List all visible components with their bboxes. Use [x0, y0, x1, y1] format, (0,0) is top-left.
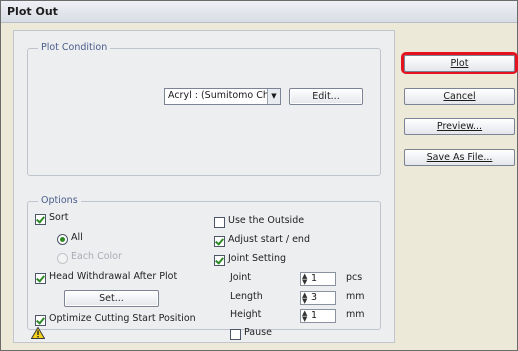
set-button[interactable]: Set... [64, 290, 159, 307]
height-unit: mm [346, 309, 365, 320]
use-outside-label: Use the Outside [228, 215, 305, 226]
chevron-down-icon[interactable]: ▼ [267, 89, 280, 104]
plot-condition-group: Plot Condition [27, 42, 381, 176]
length-stepper[interactable]: ▲ ▼ 3 [300, 291, 336, 305]
adjust-label: Adjust start / end [228, 234, 310, 245]
title-bar[interactable]: Plot Out [1, 1, 517, 23]
pause-label: Pause [244, 327, 272, 338]
cancel-button[interactable]: Cancel [404, 88, 515, 105]
joint-setting-label: Joint Setting [228, 253, 287, 264]
all-label: All [71, 232, 83, 243]
joint-stepper[interactable]: ▲ ▼ 1 [300, 272, 336, 286]
head-withdrawal-checkbox[interactable] [35, 273, 46, 284]
spin-arrows-icon[interactable]: ▲ ▼ [302, 310, 307, 323]
material-select-value: Acryl : (Sumitomo Ch... [168, 90, 278, 101]
cancel-button-label: Cancel [443, 91, 476, 102]
length-label: Length [230, 291, 263, 302]
plot-button[interactable]: Plot [404, 55, 515, 72]
height-value: 1 [311, 310, 318, 321]
sort-checkbox[interactable] [35, 214, 46, 225]
optimize-checkbox[interactable] [35, 315, 46, 326]
save-as-file-button[interactable]: Save As File... [404, 149, 515, 166]
each-color-radio [57, 253, 68, 264]
all-radio[interactable] [57, 234, 68, 245]
preview-button-label: Preview... [436, 121, 483, 132]
material-select[interactable]: Acryl : (Sumitomo Ch... ▼ [164, 88, 281, 105]
warning-icon [31, 327, 45, 339]
height-stepper[interactable]: ▲ ▼ 1 [300, 309, 336, 323]
options-legend: Options [38, 195, 81, 206]
length-unit: mm [346, 291, 365, 302]
save-as-file-button-label: Save As File... [426, 152, 493, 163]
plot-button-label: Plot [450, 58, 469, 69]
joint-setting-checkbox[interactable] [214, 255, 225, 266]
plot-out-dialog: Plot Out Plot Condition Acryl : (Sumitom… [0, 0, 518, 351]
window-title: Plot Out [7, 5, 58, 18]
spin-arrows-icon[interactable]: ▲ ▼ [302, 292, 307, 305]
plot-condition-legend: Plot Condition [38, 42, 111, 53]
height-label: Height [230, 309, 262, 320]
joint-label: Joint [230, 272, 251, 283]
settings-panel: Plot Condition Acryl : (Sumitomo Ch... ▼… [13, 30, 395, 343]
length-value: 3 [311, 292, 318, 303]
each-color-label: Each Color [71, 251, 122, 262]
joint-unit: pcs [346, 272, 363, 283]
optimize-label: Optimize Cutting Start Position [49, 313, 196, 324]
spin-arrows-icon[interactable]: ▲ ▼ [302, 273, 307, 286]
sort-label: Sort [49, 212, 69, 223]
edit-button[interactable]: Edit... [289, 88, 363, 105]
preview-button[interactable]: Preview... [404, 118, 515, 135]
joint-value: 1 [311, 273, 318, 284]
adjust-checkbox[interactable] [214, 236, 225, 247]
pause-checkbox[interactable] [230, 329, 241, 340]
use-outside-checkbox[interactable] [214, 217, 225, 228]
head-withdrawal-label: Head Withdrawal After Plot [49, 271, 178, 282]
